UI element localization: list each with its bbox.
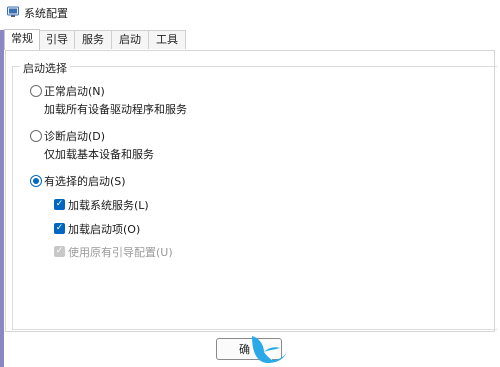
tab-general[interactable]: 常规 — [4, 29, 40, 50]
tab-startup[interactable]: 启动 — [111, 30, 149, 49]
load-startup-items-label[interactable]: 加载启动项(O) — [68, 221, 140, 237]
normal-startup-description: 加载所有设备驱动程序和服务 — [44, 103, 187, 116]
use-original-boot-config-checkbox: ✓ — [54, 246, 65, 257]
selective-startup-label[interactable]: 有选择的启动(S) — [44, 173, 126, 189]
load-system-services-label[interactable]: 加载系统服务(L) — [68, 197, 149, 213]
normal-startup-label[interactable]: 正常启动(N) — [44, 83, 105, 99]
load-system-services-checkbox[interactable]: ✓ — [54, 199, 65, 210]
cursor-pointer-icon — [252, 336, 287, 363]
use-original-boot-config-label: 使用原有引导配置(U) — [68, 246, 173, 259]
diagnostic-startup-description: 仅加载基本设备和服务 — [44, 148, 154, 161]
load-startup-items-checkbox[interactable]: ✓ — [54, 223, 65, 234]
selective-startup-radio[interactable] — [30, 175, 42, 187]
window-title: 系统配置 — [24, 7, 68, 20]
startup-selection-legend: 启动选择 — [20, 60, 70, 76]
tab-tools[interactable]: 工具 — [148, 30, 186, 49]
window-left-edge — [0, 30, 4, 367]
normal-startup-radio[interactable] — [30, 85, 42, 97]
system-config-icon — [7, 6, 19, 17]
diagnostic-startup-radio[interactable] — [30, 130, 42, 142]
diagnostic-startup-label[interactable]: 诊断启动(D) — [44, 128, 105, 144]
tab-boot[interactable]: 引导 — [39, 30, 75, 49]
tab-services[interactable]: 服务 — [74, 30, 112, 49]
title-bar: 系统配置 — [0, 0, 500, 24]
